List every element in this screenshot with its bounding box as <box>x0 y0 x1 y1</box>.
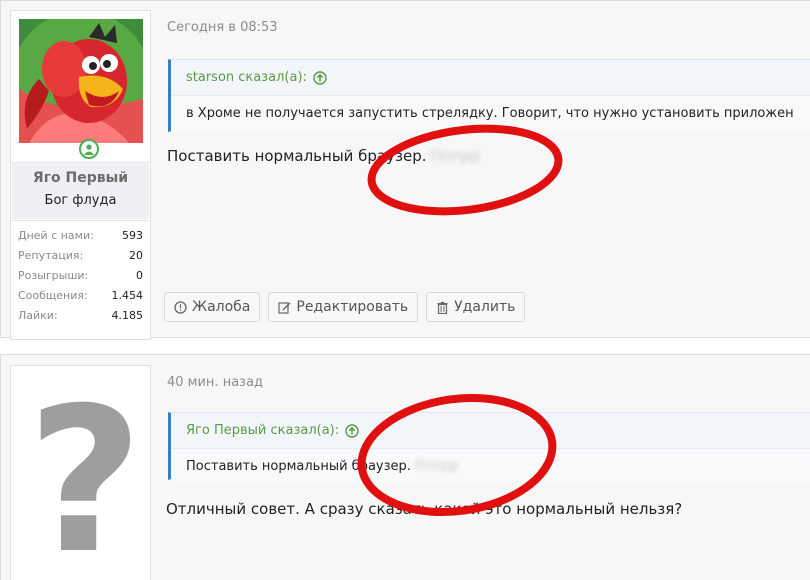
arrow-up-circle-icon[interactable] <box>313 70 327 85</box>
quote-author-line[interactable]: starson сказал(а): <box>171 60 810 96</box>
stat-label: Репутация: <box>18 248 84 262</box>
stat-label: Розыгрыши: <box>18 268 89 282</box>
edit-button[interactable]: Редактировать <box>268 292 419 322</box>
quote-content: Поставить нормальный браузер. <box>186 459 411 474</box>
quote-text: Поставить нормальный браузер. Пппрр <box>171 449 810 485</box>
edit-label: Редактировать <box>296 299 409 315</box>
stat-row-likes: Лайки: 4.185 <box>18 305 143 325</box>
quote-author-line[interactable]: Яго Первый сказал(а): <box>171 413 810 449</box>
post-1: Яго Первый Бог флуда Дней с нами: 593 Ре… <box>0 0 810 340</box>
quote-text: в Хроме не получается запустить стрелядк… <box>171 96 810 132</box>
arrow-up-circle-icon[interactable] <box>345 423 359 438</box>
stat-row-reputation: Репутация: 20 <box>18 245 143 265</box>
report-label: Жалоба <box>192 299 251 315</box>
pencil-icon <box>278 301 291 314</box>
blurred-text: Пппрр <box>430 147 481 165</box>
stat-label: Дней с нами: <box>18 228 94 242</box>
quote-author[interactable]: Яго Первый сказал(а): <box>186 423 339 438</box>
user-block: ? <box>10 365 151 580</box>
message-text: Поставить нормальный браузер. Пппрр <box>167 147 480 165</box>
exclamation-circle-icon <box>174 300 187 314</box>
blurred-text: Пппрр <box>414 459 459 474</box>
trash-icon <box>437 301 448 314</box>
stat-value: 0 <box>136 268 143 282</box>
delete-label: Удалить <box>454 299 516 315</box>
stat-value: 20 <box>129 248 143 262</box>
stat-label: Лайки: <box>18 308 58 322</box>
message-content: Поставить нормальный браузер. <box>167 147 427 165</box>
stat-value: 593 <box>122 228 143 242</box>
stat-row-days: Дней с нами: 593 <box>18 225 143 245</box>
user-name[interactable]: Яго Первый <box>11 170 150 186</box>
stat-label: Сообщения: <box>18 288 88 302</box>
post-actions: Жалоба Редактировать Удалить <box>164 292 526 322</box>
report-button[interactable]: Жалоба <box>164 292 261 322</box>
stat-value: 4.185 <box>111 308 144 322</box>
default-avatar-question-icon[interactable]: ? <box>27 382 143 580</box>
quote-block: Яго Первый сказал(а): Поставить нормальн… <box>168 412 810 485</box>
user-title: Бог флуда <box>44 193 117 208</box>
post-2: ? 40 мин. назад Яго Первый сказал(а): По… <box>0 354 810 580</box>
stat-row-giveaways: Розыгрыши: 0 <box>18 265 143 285</box>
stat-row-messages: Сообщения: 1.454 <box>18 285 143 305</box>
quote-author[interactable]: starson сказал(а): <box>186 70 307 85</box>
message-text: Отличный совет. А сразу сказать какой эт… <box>166 500 683 518</box>
delete-button[interactable]: Удалить <box>426 292 526 322</box>
quote-block: starson сказал(а): в Хроме не получается… <box>168 59 810 132</box>
user-online-icon <box>79 139 99 159</box>
user-block: Яго Первый Бог флуда Дней с нами: 593 Ре… <box>10 10 151 340</box>
post-time[interactable]: 40 мин. назад <box>167 375 263 390</box>
post-time[interactable]: Сегодня в 08:53 <box>167 20 278 35</box>
user-stats: Дней с нами: 593 Репутация: 20 Розыгрыши… <box>12 220 149 325</box>
avatar[interactable] <box>19 19 143 143</box>
stat-value: 1.454 <box>111 288 144 302</box>
